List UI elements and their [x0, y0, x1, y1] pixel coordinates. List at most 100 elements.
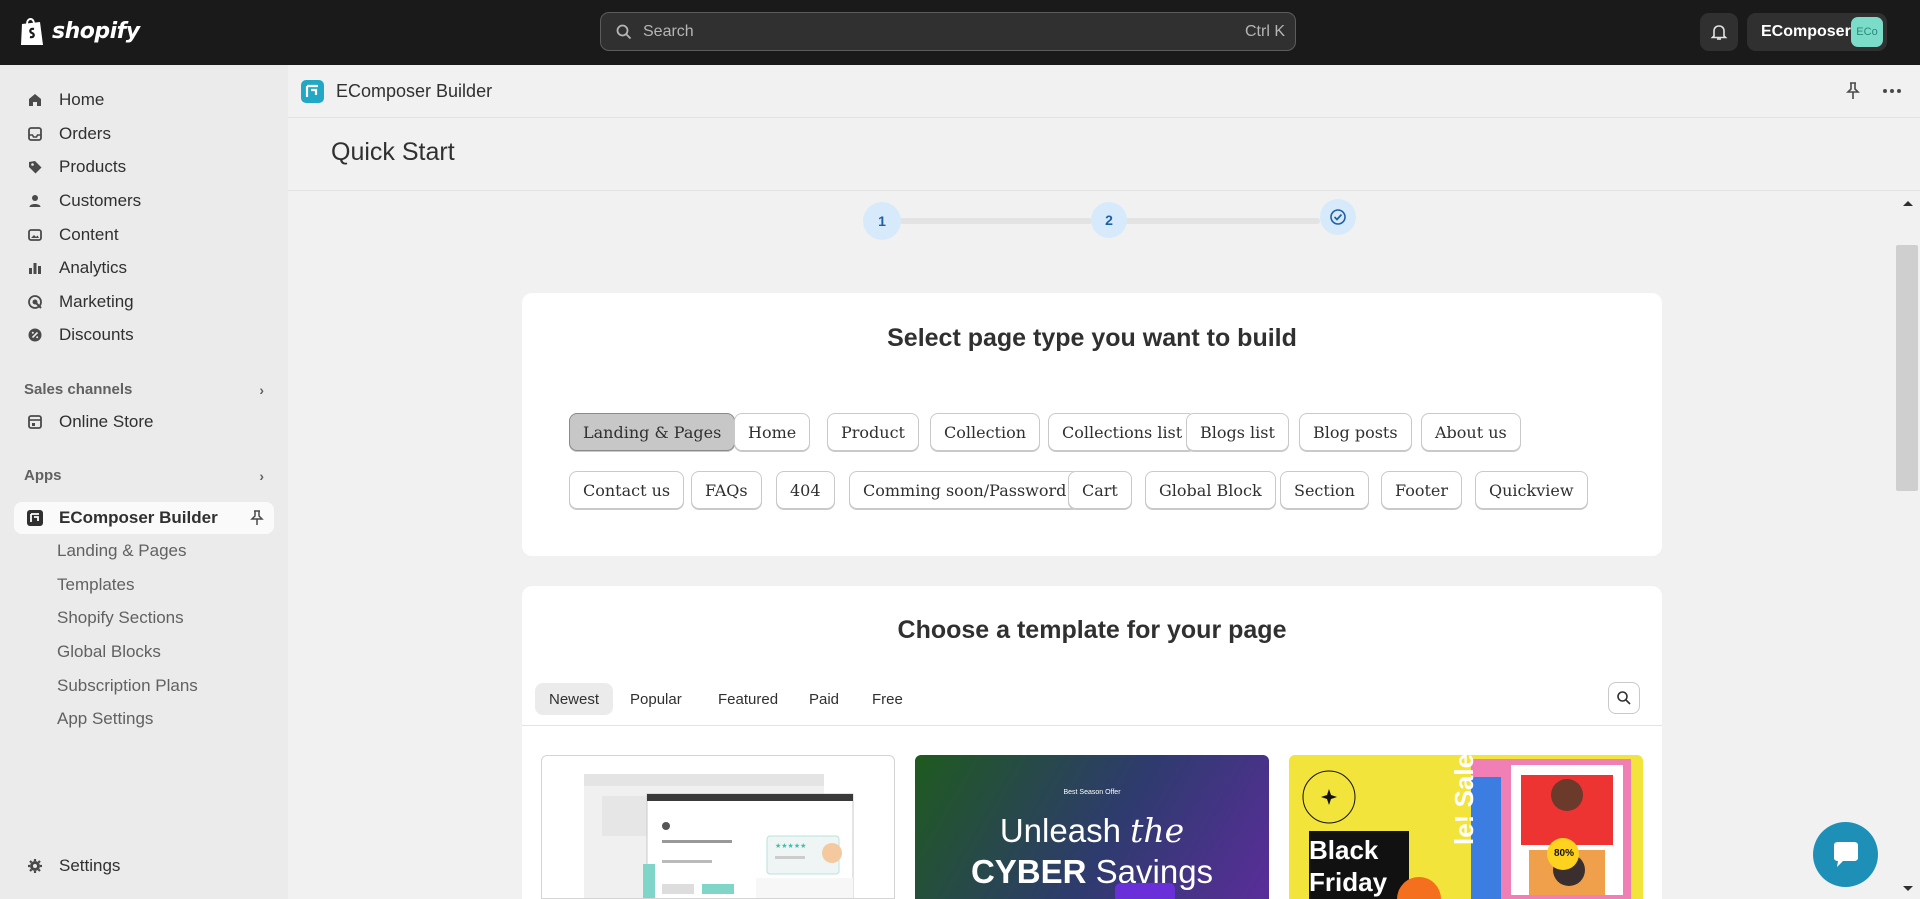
page-type-footer[interactable]: Footer: [1381, 471, 1463, 509]
tab-paid[interactable]: Paid: [795, 683, 853, 715]
pin-icon[interactable]: [1846, 82, 1860, 105]
sidebar-item-discounts[interactable]: Discounts: [14, 319, 274, 351]
account-menu[interactable]: EComposer ECo: [1747, 13, 1887, 51]
preview-headline: Black: [1309, 835, 1379, 865]
page-type-title: Select page type you want to build: [887, 324, 1297, 352]
sidebar-subitem-shopify-sections[interactable]: Shopify Sections: [57, 608, 184, 628]
check-circle-icon: [1330, 209, 1346, 225]
shopify-logo[interactable]: shopify: [18, 15, 140, 47]
preview-discount-badge: 80%: [1554, 848, 1575, 859]
sidebar-item-home[interactable]: Home: [14, 84, 274, 116]
step-1[interactable]: 1: [863, 202, 901, 240]
sidebar-item-label: Online Store: [59, 412, 154, 431]
sidebar-item-customers[interactable]: Customers: [14, 185, 274, 217]
sidebar-subitem-templates[interactable]: Templates: [57, 575, 134, 595]
page-type-card: Select page type you want to build Landi…: [522, 293, 1662, 556]
step-connector: [882, 218, 1092, 224]
preview-small-text: Best Season Offer: [1063, 789, 1121, 796]
template-thumbnail-image: ★★★★★: [584, 774, 854, 898]
page-type-product[interactable]: Product: [827, 413, 919, 451]
sidebar-item-content[interactable]: Content: [14, 219, 274, 251]
person-icon: [26, 192, 44, 210]
store-icon: [26, 413, 44, 431]
bell-icon: [1710, 25, 1728, 40]
page-type-collections-list[interactable]: Collections list: [1048, 413, 1197, 451]
template-search-button[interactable]: [1608, 682, 1640, 714]
preview-headline-italic: the: [1130, 811, 1185, 850]
sidebar-item-label: Content: [59, 225, 119, 244]
search-icon: [1617, 691, 1631, 705]
search-bar[interactable]: Search Ctrl K: [600, 12, 1296, 51]
step-2[interactable]: 2: [1091, 202, 1127, 238]
apps-header[interactable]: Apps ›: [24, 467, 264, 484]
sidebar-item-ecomposer-builder[interactable]: EComposer Builder: [14, 502, 274, 534]
search-placeholder: Search: [643, 22, 694, 40]
page-type-blog-posts[interactable]: Blog posts: [1299, 413, 1412, 451]
template-preview-1[interactable]: ★★★★★: [541, 755, 895, 899]
step-complete[interactable]: [1320, 199, 1356, 235]
page-type-cart[interactable]: Cart: [1068, 471, 1132, 509]
sidebar-subitem-global-blocks[interactable]: Global Blocks: [57, 642, 161, 662]
tab-newest[interactable]: Newest: [535, 683, 614, 715]
preview-badge: [1115, 883, 1175, 899]
app-title: EComposer Builder: [336, 81, 493, 101]
scroll-down-arrow-icon: [1903, 886, 1913, 891]
sidebar-subitem-subscription-plans[interactable]: Subscription Plans: [57, 676, 198, 696]
sidebar-subitem-landing-pages[interactable]: Landing & Pages: [57, 541, 187, 561]
gear-icon: [26, 857, 44, 875]
top-bar: shopify Search Ctrl K EComposer ECo: [0, 0, 1920, 65]
tab-popular[interactable]: Popular: [616, 683, 696, 715]
ecomposer-logo-icon: [301, 80, 324, 103]
template-title: Choose a template for your page: [897, 616, 1287, 644]
pin-icon[interactable]: [250, 510, 264, 526]
page-type-blogs-list[interactable]: Blogs list: [1186, 413, 1289, 451]
sidebar-item-online-store[interactable]: Online Store: [14, 406, 274, 438]
page-type-collection[interactable]: Collection: [930, 413, 1041, 451]
scroll-up-arrow-icon: [1903, 201, 1913, 206]
chevron-right-icon: ›: [259, 381, 264, 398]
sidebar-item-orders[interactable]: Orders: [14, 118, 274, 150]
preview-headline: Unleash the: [915, 811, 1269, 850]
notifications-button[interactable]: [1700, 13, 1738, 51]
brand-name: shopify: [52, 18, 140, 44]
page-type-about-us[interactable]: About us: [1421, 413, 1521, 451]
template-preview-3[interactable]: Black Friday le! Sale! 80%: [1289, 755, 1643, 899]
bar-chart-icon: [26, 259, 44, 277]
more-options-icon[interactable]: [1882, 82, 1902, 105]
sidebar-item-analytics[interactable]: Analytics: [14, 252, 274, 284]
tab-free[interactable]: Free: [858, 683, 917, 715]
discount-icon: [26, 326, 44, 344]
page-type-global-block[interactable]: Global Block: [1145, 471, 1276, 509]
preview-vertical-text: le! Sale!: [1449, 755, 1479, 845]
page-type-coming-soon[interactable]: Comming soon/Password: [849, 471, 1081, 509]
preview-headline-2: CYBER Savings: [915, 853, 1269, 891]
page-type-quickview[interactable]: Quickview: [1475, 471, 1588, 509]
sidebar-item-marketing[interactable]: Marketing: [14, 286, 274, 318]
page-type-contact-us[interactable]: Contact us: [569, 471, 685, 509]
page-type-faqs[interactable]: FAQs: [691, 471, 762, 509]
svg-text:★★★★★: ★★★★★: [775, 842, 806, 850]
sidebar-item-label: Customers: [59, 191, 142, 210]
sales-channels-header[interactable]: Sales channels ›: [24, 381, 264, 398]
sidebar-item-label: Products: [59, 157, 127, 176]
page-type-landing-pages[interactable]: Landing & Pages: [569, 413, 736, 451]
search-icon: [616, 24, 632, 39]
sidebar-item-settings[interactable]: Settings: [14, 850, 274, 882]
sidebar-subitem-app-settings[interactable]: App Settings: [57, 709, 153, 729]
tab-featured[interactable]: Featured: [704, 683, 792, 715]
divider: [288, 190, 1920, 191]
sidebar-item-label: Discounts: [59, 325, 134, 344]
scrollbar-thumb[interactable]: [1896, 245, 1918, 491]
target-icon: [26, 293, 44, 311]
sidebar-item-products[interactable]: Products: [14, 151, 274, 183]
page-title: Quick Start: [331, 138, 455, 166]
preview-headline-2: Friday: [1309, 867, 1388, 897]
chevron-right-icon: ›: [259, 467, 264, 484]
page-type-404[interactable]: 404: [776, 471, 835, 509]
chat-button[interactable]: [1813, 822, 1878, 887]
template-preview-2[interactable]: Best Season Offer Unleash the CYBER Savi…: [915, 755, 1269, 899]
sidebar: Home Orders Products Customers Content A…: [0, 65, 288, 899]
tag-icon: [26, 158, 44, 176]
page-type-section[interactable]: Section: [1280, 471, 1369, 509]
page-type-home[interactable]: Home: [734, 413, 811, 451]
